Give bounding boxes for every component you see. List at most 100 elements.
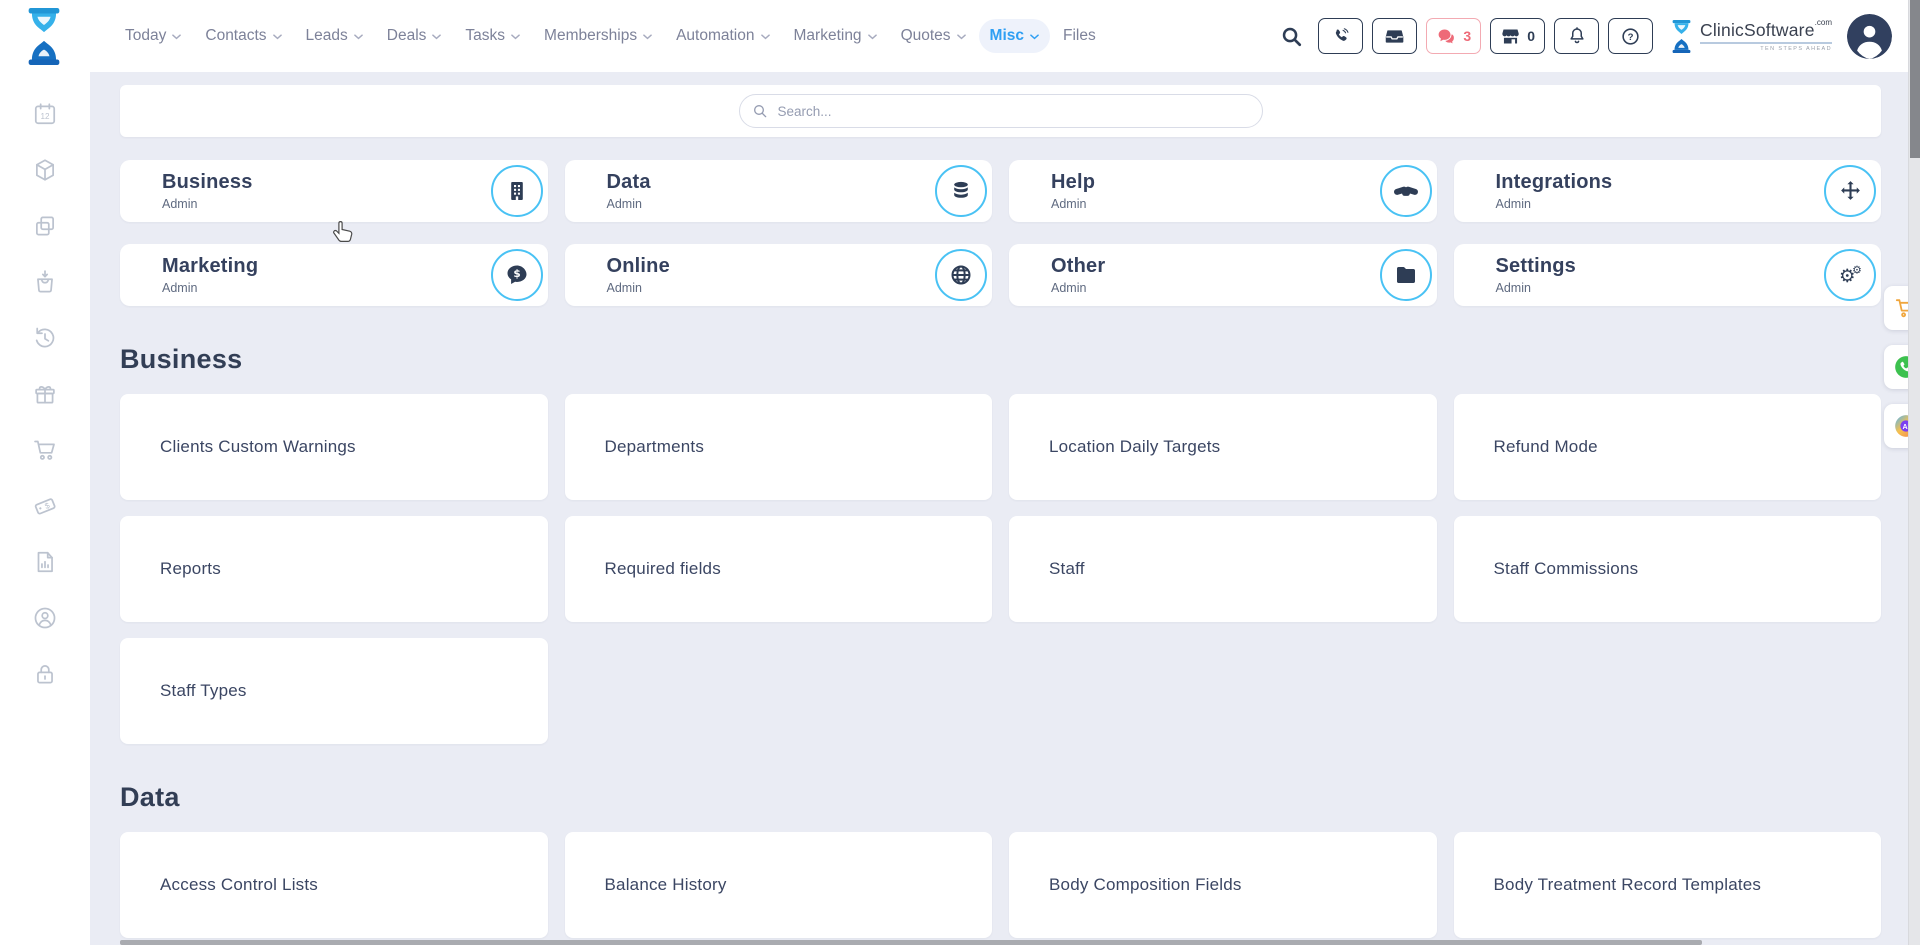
category-card-help[interactable]: HelpAdmin — [1009, 160, 1437, 222]
sidebar-price-tag-icon[interactable]: $ — [32, 493, 58, 519]
sidebar-user-circle-icon[interactable] — [32, 605, 58, 631]
category-card-other[interactable]: Other Admin — [1009, 244, 1437, 306]
nav-item-label: Memberships — [544, 27, 637, 45]
chat-button[interactable]: 3 — [1426, 18, 1481, 54]
category-subtitle: Admin — [607, 281, 936, 295]
nav-item-deals[interactable]: Deals — [376, 19, 453, 53]
category-card-integrations[interactable]: IntegrationsAdmin — [1454, 160, 1882, 222]
nav-item-label: Quotes — [901, 27, 951, 45]
sidebar-bag-receive-icon[interactable] — [32, 269, 58, 295]
nav-item-automation[interactable]: Automation — [665, 19, 780, 53]
left-icon-sidebar: 12 $ — [0, 72, 90, 945]
top-navigation-bar: Today ContactsLeadsDeals Tasks Memberships A… — [0, 0, 1920, 72]
category-text: SettingsAdmin — [1496, 255, 1825, 295]
category-subtitle: Admin — [1051, 281, 1380, 295]
notifications-button[interactable] — [1554, 18, 1599, 54]
sidebar-gift-icon[interactable] — [32, 381, 58, 407]
card-access-control-lists[interactable]: Access Control Lists — [120, 832, 548, 938]
chevron-down-icon — [273, 34, 282, 40]
chevron-down-icon — [432, 34, 441, 40]
search-bar-panel — [120, 85, 1881, 137]
call-button[interactable] — [1318, 18, 1363, 54]
vertical-scrollbar-thumb[interactable] — [1910, 0, 1920, 158]
nav-item-misc[interactable]: Misc — [979, 19, 1050, 53]
clinicsoftware-logo-icon[interactable] — [24, 8, 64, 65]
search-icon[interactable] — [1280, 25, 1303, 48]
gears-icon: ⚙⚙ — [1824, 249, 1876, 301]
category-card-settings[interactable]: SettingsAdmin⚙⚙ — [1454, 244, 1882, 306]
chevron-down-icon — [354, 34, 363, 40]
nav-item-label: Files — [1063, 27, 1096, 45]
category-title: Other — [1051, 255, 1380, 278]
nav-item-quotes[interactable]: Quotes — [890, 19, 977, 53]
section-heading-business: Business — [120, 344, 1881, 375]
category-subtitle: Admin — [162, 197, 491, 211]
question-icon: ? — [1620, 26, 1641, 47]
inbox-button[interactable] — [1372, 18, 1417, 54]
sidebar-history-icon[interactable] — [32, 325, 58, 351]
card-staff[interactable]: Staff — [1009, 516, 1437, 622]
nav-item-label: Tasks — [465, 27, 505, 45]
sidebar-package-icon[interactable] — [32, 157, 58, 183]
sidebar-cart-icon[interactable] — [32, 437, 58, 463]
card-required-fields[interactable]: Required fields — [565, 516, 993, 622]
main-menu: Today ContactsLeadsDeals Tasks Memberships A… — [114, 19, 1107, 53]
card-location-daily-targets[interactable]: Location Daily Targets — [1009, 394, 1437, 500]
sections: Business Clients Custom WarningsDepartmen… — [120, 344, 1881, 938]
chat-icon — [1436, 26, 1457, 47]
nav-item-tasks[interactable]: Tasks — [454, 19, 531, 53]
svg-text:$: $ — [513, 268, 520, 280]
category-subtitle: Admin — [1496, 281, 1825, 295]
building-icon — [491, 165, 543, 217]
category-text: DataAdmin — [607, 171, 936, 211]
card-body-composition-fields[interactable]: Body Composition Fields — [1009, 832, 1437, 938]
category-text: Business Admin — [162, 171, 491, 211]
nav-item-marketing[interactable]: Marketing — [783, 19, 888, 53]
card-staff-types[interactable]: Staff Types — [120, 638, 548, 744]
category-text: IntegrationsAdmin — [1496, 171, 1825, 211]
category-card-data[interactable]: DataAdmin — [565, 160, 993, 222]
brand-tld: .com — [1815, 18, 1832, 27]
nav-item-memberships[interactable]: Memberships — [533, 19, 663, 53]
nav-item-files[interactable]: Files — [1052, 19, 1107, 53]
category-card-online[interactable]: OnlineAdmin — [565, 244, 993, 306]
card-refund-mode[interactable]: Refund Mode — [1454, 394, 1882, 500]
help-button[interactable]: ? — [1608, 18, 1653, 54]
nav-item-contacts[interactable]: Contacts — [194, 19, 292, 53]
store-button[interactable]: 0 — [1490, 18, 1545, 54]
category-title: Business — [162, 171, 491, 194]
nav-item-today[interactable]: Today — [114, 19, 192, 53]
sidebar-layers-icon[interactable] — [32, 213, 58, 239]
nav-item-leads[interactable]: Leads — [295, 19, 374, 53]
category-title: Marketing — [162, 255, 491, 278]
search-input[interactable] — [739, 94, 1263, 128]
sidebar-calendar-12-icon[interactable]: 12 — [32, 101, 58, 127]
sidebar-lock-icon[interactable] — [32, 661, 58, 687]
vertical-scrollbar[interactable] — [1908, 0, 1920, 945]
nav-item-label: Today — [125, 27, 166, 45]
user-avatar[interactable] — [1847, 14, 1892, 59]
category-card-marketing[interactable]: MarketingAdmin$ — [120, 244, 548, 306]
svg-text:?: ? — [1628, 32, 1634, 43]
category-card-business[interactable]: Business Admin — [120, 160, 548, 222]
phone-icon — [1331, 27, 1350, 46]
sidebar-report-icon[interactable] — [32, 549, 58, 575]
card-reports[interactable]: Reports — [120, 516, 548, 622]
search-input-icon — [752, 103, 768, 119]
database-icon — [935, 165, 987, 217]
category-text: Other Admin — [1051, 255, 1380, 295]
nav-item-label: Automation — [676, 27, 754, 45]
card-staff-commissions[interactable]: Staff Commissions — [1454, 516, 1882, 622]
card-balance-history[interactable]: Balance History — [565, 832, 993, 938]
bell-icon — [1567, 26, 1587, 46]
svg-text:$: $ — [44, 501, 52, 511]
card-departments[interactable]: Departments — [565, 394, 993, 500]
section-card-grid: Access Control ListsBalance HistoryBody … — [120, 832, 1881, 938]
category-subtitle: Admin — [1496, 197, 1825, 211]
chevron-down-icon — [957, 34, 966, 40]
horizontal-scrollbar-thumb[interactable] — [120, 940, 1702, 945]
chevron-down-icon — [868, 34, 877, 40]
card-body-treatment-record-templates[interactable]: Body Treatment Record Templates — [1454, 832, 1882, 938]
brand-name: ClinicSoftware — [1700, 20, 1815, 41]
card-clients-custom-warnings[interactable]: Clients Custom Warnings — [120, 394, 548, 500]
